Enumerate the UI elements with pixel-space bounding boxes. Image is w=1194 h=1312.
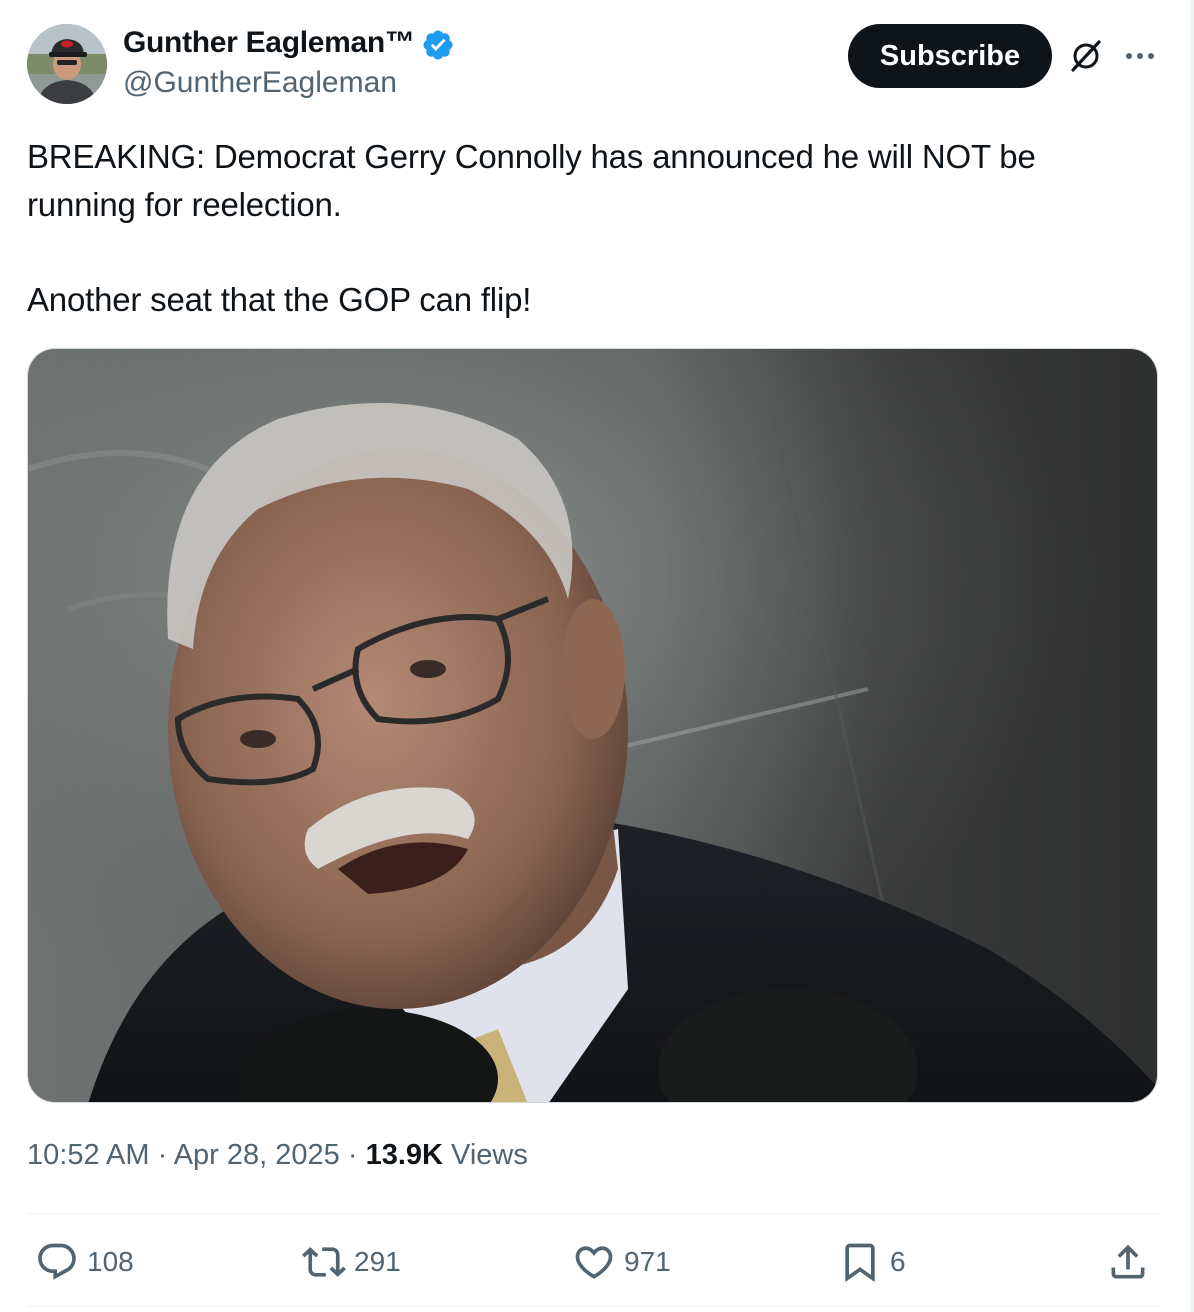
like-count: 971 [624, 1246, 671, 1277]
author-handle[interactable]: @GuntherEagleman [123, 66, 397, 100]
bookmark-icon [845, 1243, 875, 1283]
like-button[interactable]: 971 [572, 1236, 671, 1288]
divider [27, 1213, 1159, 1214]
reply-button[interactable]: 108 [35, 1236, 134, 1288]
avatar[interactable] [27, 24, 107, 104]
views-label: Views [442, 1139, 528, 1171]
bookmark-button[interactable]: 6 [838, 1236, 906, 1288]
more-icon[interactable] [1122, 42, 1158, 70]
repost-icon [302, 1247, 346, 1277]
meta-separator: · [339, 1139, 366, 1171]
tweet-text: BREAKING: Democrat Gerry Connolly has an… [27, 133, 1147, 324]
subscribe-button[interactable]: Subscribe [848, 24, 1052, 88]
tweet-meta: 10:52 AM · Apr 28, 2025 · 13.9K Views [27, 1139, 528, 1172]
reply-count: 108 [87, 1246, 134, 1277]
tweet-text-paragraph-1: BREAKING: Democrat Gerry Connolly has an… [27, 138, 1036, 223]
tweet-time[interactable]: 10:52 AM [27, 1139, 150, 1171]
repost-count: 291 [354, 1246, 401, 1277]
tweet-text-paragraph-2: Another seat that the GOP can flip! [27, 281, 532, 318]
repost-button[interactable]: 291 [302, 1236, 401, 1288]
grok-icon[interactable] [1068, 38, 1104, 74]
divider [27, 1306, 1159, 1307]
heart-icon [575, 1246, 613, 1279]
display-name[interactable]: Gunther Eagleman™ [123, 26, 415, 60]
bookmark-count: 6 [890, 1246, 906, 1277]
meta-separator: · [149, 1139, 174, 1171]
share-icon [1111, 1244, 1145, 1279]
tweet-photo[interactable] [27, 348, 1158, 1103]
reply-icon [38, 1243, 76, 1280]
verified-badge-icon[interactable] [421, 28, 455, 62]
share-button[interactable] [1106, 1236, 1150, 1288]
views-count[interactable]: 13.9K [366, 1139, 443, 1171]
tweet-date[interactable]: Apr 28, 2025 [174, 1139, 340, 1171]
